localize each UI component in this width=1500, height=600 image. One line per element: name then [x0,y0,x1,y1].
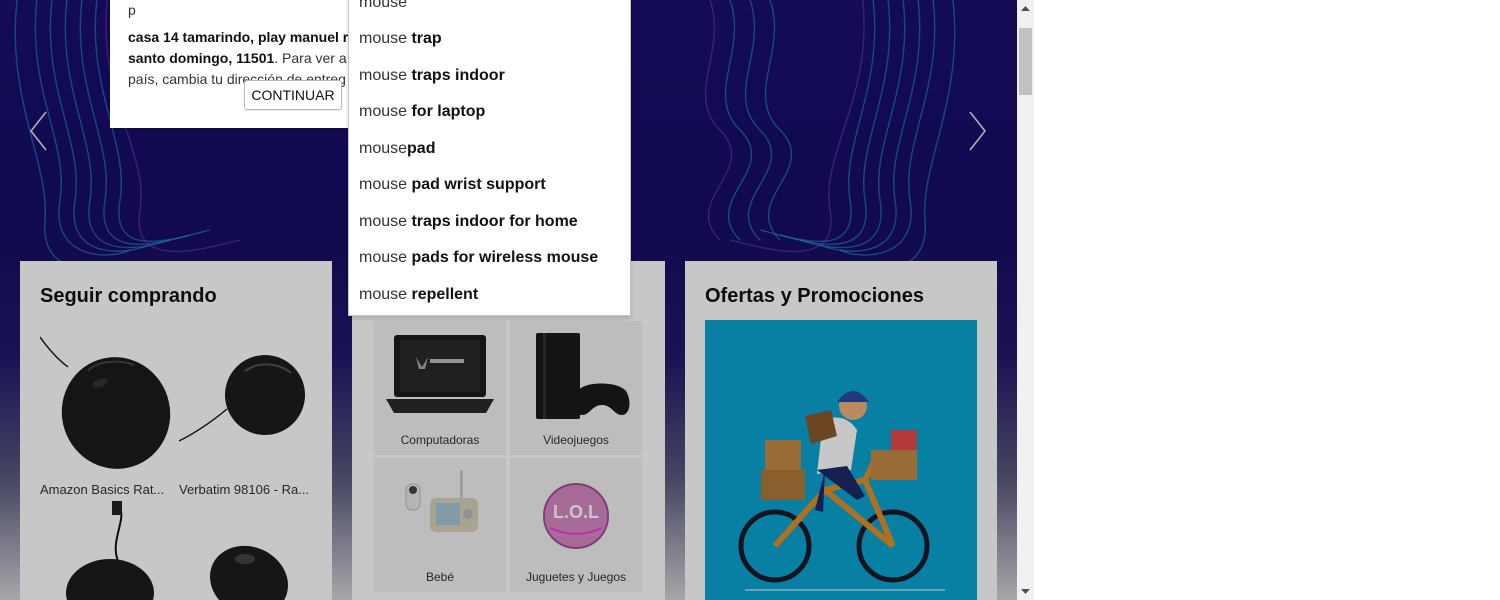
scroll-up-icon[interactable] [1017,0,1034,17]
suggestion-item[interactable]: mouse traps indoor for home [359,213,578,231]
category-caption[interactable]: Videojuegos [510,433,642,447]
suggestion-item[interactable]: mouse traps indoor [359,67,505,85]
suggestion-item[interactable]: mouse pads for wireless mouse [359,249,598,267]
search-suggestions-dropdown: mouse mouse trap mouse traps indoor mous… [348,0,631,316]
scrollbar-thumb[interactable] [1019,28,1032,95]
category-caption[interactable]: Juguetes y Juegos [510,570,642,584]
mouse-icon [39,336,171,469]
mouse-icon[interactable] [179,501,313,600]
category-tile-baby[interactable]: Bebé [374,458,506,592]
category-tile-computers[interactable]: Computadoras [374,321,506,455]
address-message: p casa 14 tamarindo, play manuel r santo d… [128,2,349,87]
address-line-1: casa 14 tamarindo, play manuel r [128,29,349,45]
category-caption[interactable]: Bebé [374,570,506,584]
suggestion-item[interactable]: mouse for laptop [359,103,485,121]
carousel-prev-icon[interactable] [28,110,48,152]
card-title: Seguir comprando [40,285,217,307]
page-scrollbar[interactable] [1017,0,1034,600]
mouse-icon [178,355,305,442]
address-line-2: santo domingo, 11501 [128,50,275,66]
product-tile[interactable]: Amazon Basics Rat... [39,331,174,497]
product-caption[interactable]: Verbatim 98106 - Ra... [179,482,313,497]
category-caption[interactable]: Computadoras [374,433,506,447]
svg-text:L.O.L: L.O.L [553,502,599,522]
offers-banner-image[interactable] [705,320,977,600]
suggestion-item[interactable]: mousepad [359,140,435,158]
card-title: Ofertas y Promociones [705,285,924,307]
baby-monitor-icon [405,470,478,532]
product-tile[interactable]: Verbatim 98106 - Ra... [178,331,313,497]
game-console-icon [536,333,630,419]
suggestion-item[interactable]: mouse trap [359,30,442,48]
scroll-down-icon[interactable] [1017,583,1034,600]
continue-shopping-card: Seguir comprando Amazon Basics Rat... Ve… [20,261,332,600]
category-tile-videogames[interactable]: Videojuegos [510,321,642,455]
address-notice: . Para ver a [274,50,347,66]
product-caption[interactable]: Amazon Basics Rat... [40,482,174,497]
continue-button[interactable]: CONTINUAR [244,80,342,110]
suggestion-item[interactable]: mouse pad wrist support [359,176,546,194]
toy-ball-icon: L.O.L [543,483,609,549]
mouse-icon[interactable] [40,501,174,600]
page: a ones Seguir comprando Amazon Basics Ra… [0,0,1017,600]
suggestion-item[interactable]: mouse repellent [359,286,478,304]
delivery-bike-illustration [738,391,945,591]
delivery-address-popover: p casa 14 tamarindo, play manuel r santo d… [110,0,350,128]
suggestion-item[interactable]: mouse [359,0,407,12]
category-tile-toys[interactable]: L.O.L Juguetes y Juegos [510,458,642,592]
offers-card: Ofertas y Promociones [685,261,997,600]
carousel-next-icon[interactable] [968,110,988,152]
laptop-icon [386,335,494,413]
